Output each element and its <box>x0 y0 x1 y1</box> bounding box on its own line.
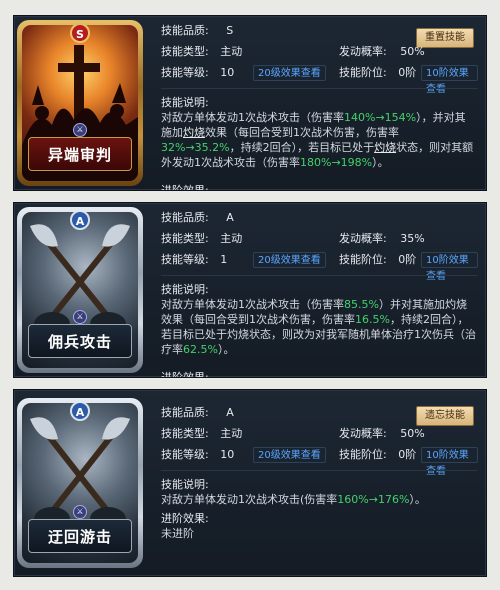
burn-keyword-link[interactable]: 灼烧 <box>183 126 205 139</box>
type-row: 技能类型: 主动 <box>161 230 242 248</box>
desc-highlight: 180%→198% <box>300 156 373 169</box>
tier-value: 0阶 <box>398 253 417 266</box>
skill-description: 对敌方单体发动1次战术攻击(伤害率160%→176%）。 <box>161 492 476 507</box>
advance-label: 进阶效果: <box>161 512 209 525</box>
type-row: 技能类型: 主动 <box>161 43 242 61</box>
desc-text: ）。 <box>217 343 235 356</box>
skill-type-icon: ⚔ <box>73 123 87 137</box>
level-row: 技能等级: 10 <box>161 64 234 82</box>
tier-label: 技能阶位: <box>339 66 387 79</box>
skill-panel-2: A ⚔ 佣兵攻击 技能品质: A 技能类型: 主动 发动概率: 35% 技能等级… <box>13 202 487 378</box>
level-effect-link[interactable]: 20级效果查看 <box>253 447 326 463</box>
level-row: 技能等级: 1 <box>161 251 227 269</box>
rate-label: 发动概率: <box>339 45 387 58</box>
skill-card[interactable]: S ⚔ 异端审判 <box>17 20 143 186</box>
tier-value: 0阶 <box>398 66 417 79</box>
rate-row: 发动概率: 50% <box>339 425 425 443</box>
level-value: 10 <box>220 448 235 461</box>
tier-row: 技能阶位: 0阶 <box>339 251 416 269</box>
skill-card-name: 异端审判 <box>28 137 132 171</box>
desc-label: 技能说明: <box>161 96 209 109</box>
skill-card-art: A ⚔ 迂回游击 <box>22 403 138 563</box>
skill-panel-3: A ⚔ 迂回游击 技能品质: A 遗忘技能 技能类型: 主动 发动概率: 50%… <box>13 389 487 577</box>
divider <box>161 88 478 89</box>
tier-effect-link[interactable]: 10阶效果查看 <box>421 447 478 477</box>
rate-label: 发动概率: <box>339 427 387 440</box>
advance-label: 进阶效果: <box>161 184 209 191</box>
divider <box>161 470 478 471</box>
reset-skill-button[interactable]: 重置技能 <box>416 28 474 48</box>
level-label: 技能等级: <box>161 253 209 266</box>
desc-label: 技能说明: <box>161 478 209 491</box>
burn-keyword-link[interactable]: 灼烧 <box>374 141 396 154</box>
type-row: 技能类型: 主动 <box>161 425 242 443</box>
type-label: 技能类型: <box>161 45 209 58</box>
desc-highlight: 16.5% <box>355 313 390 326</box>
rate-value: 35% <box>400 232 425 245</box>
desc-label: 技能说明: <box>161 283 209 296</box>
skill-type-icon: ⚔ <box>73 310 87 324</box>
tier-row: 技能阶位: 0阶 <box>339 64 416 82</box>
tier-value: 0阶 <box>398 448 417 461</box>
quality-row: 技能品质: A <box>161 209 234 227</box>
rate-row: 发动概率: 35% <box>339 230 425 248</box>
skill-card-name: 佣兵攻击 <box>28 324 132 358</box>
desc-highlight: 32%→35.2% <box>161 141 230 154</box>
tier-effect-link[interactable]: 10阶效果查看 <box>421 252 478 282</box>
desc-text: ）。 <box>409 493 426 506</box>
level-label: 技能等级: <box>161 448 209 461</box>
quality-value: A <box>226 406 234 419</box>
advance-text: 未进阶 <box>161 527 194 540</box>
desc-highlight: 160%→176% <box>337 493 410 506</box>
rate-label: 发动概率: <box>339 232 387 245</box>
skill-panel-1: S ⚔ 异端审判 技能品质: S 重置技能 技能类型: 主动 发动概率: 50%… <box>13 15 487 191</box>
quality-label: 技能品质: <box>161 24 209 37</box>
level-label: 技能等级: <box>161 66 209 79</box>
quality-value: A <box>226 211 234 224</box>
rate-value: 50% <box>400 45 425 58</box>
desc-highlight: 85.5% <box>344 298 379 311</box>
type-value: 主动 <box>220 427 243 440</box>
quality-value: S <box>226 24 234 37</box>
desc-text: 效果（每回合受到1次战术伤害，伤害率 <box>205 126 399 139</box>
desc-text: ）。 <box>372 156 389 169</box>
level-row: 技能等级: 10 <box>161 446 234 464</box>
level-effect-link[interactable]: 20级效果查看 <box>253 252 326 268</box>
tier-label: 技能阶位: <box>339 448 387 461</box>
desc-highlight: 140%→154% <box>344 111 417 124</box>
quality-label: 技能品质: <box>161 211 209 224</box>
desc-text: 对敌方单体发动1次战术攻击（伤害率 <box>161 298 344 311</box>
tier-effect-link[interactable]: 10阶效果查看 <box>421 65 478 95</box>
quality-row: 技能品质: A <box>161 404 234 422</box>
level-value: 10 <box>220 66 235 79</box>
divider <box>161 275 478 276</box>
advance-label: 进阶效果: <box>161 371 209 378</box>
skill-card[interactable]: A ⚔ 佣兵攻击 <box>17 207 143 373</box>
forget-skill-button[interactable]: 遗忘技能 <box>416 406 474 426</box>
level-value: 1 <box>220 253 228 266</box>
desc-text: ，持续2回合），若目标已处于 <box>229 141 375 154</box>
skill-card[interactable]: A ⚔ 迂回游击 <box>17 398 143 568</box>
skill-type-icon: ⚔ <box>73 505 87 519</box>
type-label: 技能类型: <box>161 427 209 440</box>
quality-row: 技能品质: S <box>161 22 233 40</box>
desc-text: 对敌方单体发动1次战术攻击（伤害率 <box>161 111 344 124</box>
type-value: 主动 <box>220 232 243 245</box>
type-value: 主动 <box>220 45 243 58</box>
quality-label: 技能品质: <box>161 406 209 419</box>
tier-row: 技能阶位: 0阶 <box>339 446 416 464</box>
skill-description: 对敌方单体发动1次战术攻击（伤害率85.5%）并对其施加灼烧效果（每回合受到1次… <box>161 297 476 357</box>
type-label: 技能类型: <box>161 232 209 245</box>
skill-card-name: 迂回游击 <box>28 519 132 553</box>
rate-row: 发动概率: 50% <box>339 43 425 61</box>
desc-text: 对敌方单体发动1次战术攻击(伤害率 <box>161 493 338 506</box>
skill-description: 对敌方单体发动1次战术攻击（伤害率140%→154%），并对其施加灼烧效果（每回… <box>161 110 476 170</box>
desc-highlight: 62.5% <box>183 343 218 356</box>
tier-label: 技能阶位: <box>339 253 387 266</box>
rate-value: 50% <box>400 427 425 440</box>
level-effect-link[interactable]: 20级效果查看 <box>253 65 326 81</box>
skill-card-art: S ⚔ 异端审判 <box>22 25 138 181</box>
skill-card-art: A ⚔ 佣兵攻击 <box>22 212 138 368</box>
